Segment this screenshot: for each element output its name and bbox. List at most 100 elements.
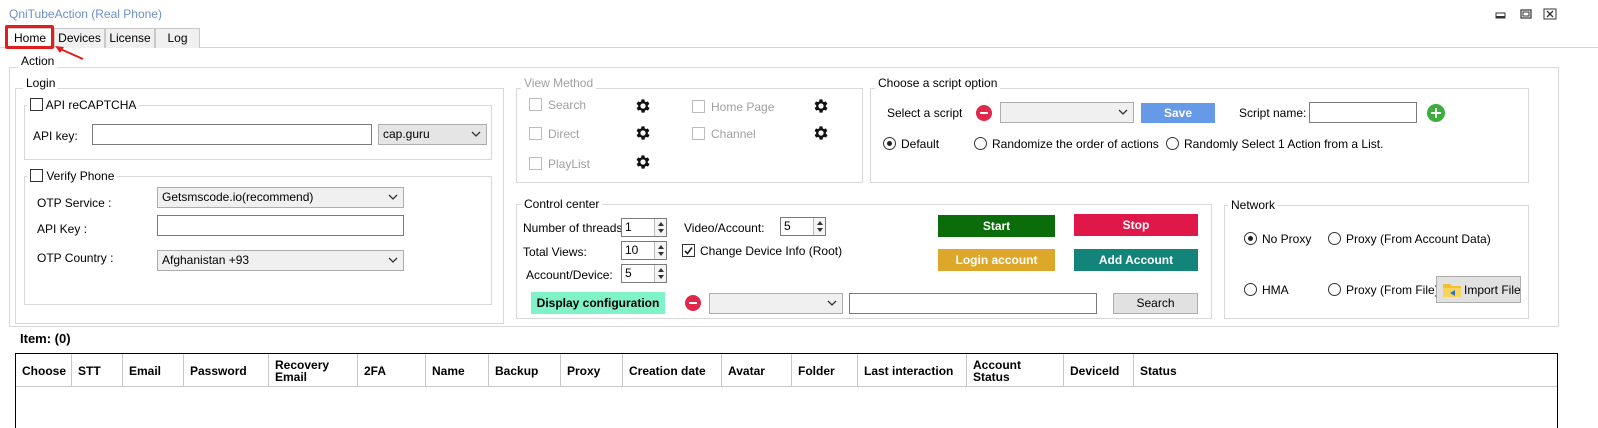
radio-randomize-label: Randomize the order of actions [992, 137, 1159, 151]
chevron-down-icon [827, 300, 837, 306]
recaptcha-header: API reCAPTCHA [27, 98, 140, 112]
col-email[interactable]: Email [123, 354, 184, 387]
col-status[interactable]: Status [1134, 354, 1559, 387]
threads-stepper[interactable]: 1 [621, 218, 667, 237]
verify-phone-checkbox[interactable] [30, 169, 43, 182]
recaptcha-checkbox[interactable] [30, 98, 43, 111]
select-script-label: Select a script [887, 106, 963, 120]
tab-log[interactable]: Log [155, 28, 200, 48]
channel-gear-icon[interactable] [812, 124, 830, 142]
verify-phone-label: Verify Phone [46, 169, 115, 183]
script-option-label: Choose a script option [875, 76, 1001, 90]
radio-hma[interactable] [1244, 283, 1257, 296]
view-home-page-label: Home Page [711, 100, 775, 114]
start-button[interactable]: Start [938, 215, 1055, 237]
chevron-down-icon [388, 194, 398, 200]
captcha-service-value: cap.guru [383, 127, 430, 141]
radio-randomize[interactable] [974, 137, 987, 150]
otp-api-key-input[interactable] [157, 215, 404, 236]
folder-icon [1443, 284, 1461, 297]
otp-country-select[interactable]: Afghanistan +93 [157, 250, 404, 271]
radio-proxy-account-label: Proxy (From Account Data) [1346, 232, 1491, 246]
script-select[interactable] [1000, 102, 1134, 123]
video-acct-stepper[interactable]: 5 [780, 217, 826, 236]
col-deviceid[interactable]: DeviceId [1064, 354, 1134, 387]
filter-select[interactable] [709, 293, 843, 314]
radio-proxy-account[interactable] [1328, 232, 1341, 245]
col-choose[interactable]: Choose [16, 354, 72, 387]
tab-license[interactable]: License [105, 28, 155, 48]
search-input[interactable] [849, 293, 1097, 314]
remove-filter-icon[interactable] [685, 295, 701, 311]
items-count: Item: (0) [20, 331, 71, 346]
search-checkbox[interactable] [529, 98, 542, 111]
col-avatar[interactable]: Avatar [722, 354, 792, 387]
search-button[interactable]: Search [1113, 293, 1198, 314]
radio-proxy-file[interactable] [1328, 283, 1341, 296]
views-stepper[interactable]: 10 [621, 241, 667, 260]
maximize-icon[interactable] [1519, 8, 1533, 20]
views-label: Total Views: [523, 245, 587, 259]
playlist-gear-icon[interactable] [634, 153, 652, 171]
col-stt[interactable]: STT [72, 354, 123, 387]
chevron-down-icon [388, 257, 398, 263]
col-recovery-email[interactable]: Recovery Email [269, 354, 358, 387]
stepper-arrows-icon[interactable] [654, 265, 666, 282]
col-account-status[interactable]: Account Status [967, 354, 1064, 387]
remove-script-icon[interactable] [976, 105, 992, 121]
radio-default-label: Default [901, 137, 940, 151]
acct-device-stepper[interactable]: 5 [621, 264, 667, 283]
change-device-checkbox[interactable] [682, 244, 695, 257]
playlist-checkbox[interactable] [529, 157, 542, 170]
col-proxy[interactable]: Proxy [561, 354, 623, 387]
import-file-button[interactable]: Import File [1436, 276, 1521, 303]
col-name[interactable]: Name [426, 354, 489, 387]
action-group-label: Action [18, 54, 58, 68]
stepper-arrows-icon[interactable] [654, 219, 666, 236]
otp-service-select[interactable]: Getsmscode.io(recommend) [157, 187, 404, 208]
highlight-box [5, 25, 54, 49]
login-account-button[interactable]: Login account [938, 249, 1055, 271]
api-key-input[interactable] [92, 124, 372, 145]
accounts-table[interactable]: Choose STT Email Password Recovery Email… [15, 353, 1558, 428]
recaptcha-label: API reCAPTCHA [45, 98, 137, 112]
col-2fa[interactable]: 2FA [358, 354, 426, 387]
stepper-arrows-icon[interactable] [654, 242, 666, 259]
col-creation-date[interactable]: Creation date [623, 354, 722, 387]
radio-random-one-label: Randomly Select 1 Action from a List. [1184, 137, 1384, 151]
add-account-button[interactable]: Add Account [1074, 249, 1198, 271]
stepper-arrows-icon[interactable] [813, 218, 825, 235]
script-name-input[interactable] [1309, 102, 1417, 123]
channel-checkbox[interactable] [692, 127, 705, 140]
chevron-down-icon [1118, 109, 1128, 115]
login-group-label: Login [23, 76, 59, 90]
direct-checkbox[interactable] [529, 127, 542, 140]
col-backup[interactable]: Backup [489, 354, 561, 387]
home-page-checkbox[interactable] [692, 100, 705, 113]
radio-random-one[interactable] [1166, 137, 1179, 150]
threads-label: Number of threads: [523, 221, 626, 235]
display-configuration-button[interactable]: Display configuration [531, 292, 665, 314]
radio-no-proxy[interactable] [1244, 232, 1257, 245]
change-device-label: Change Device Info (Root) [700, 244, 843, 258]
home-page-gear-icon[interactable] [812, 97, 830, 115]
table-header: Choose STT Email Password Recovery Email… [16, 354, 1557, 387]
otp-service-value: Getsmscode.io(recommend) [162, 190, 314, 204]
view-playlist-label: PlayList [548, 157, 591, 171]
col-password[interactable]: Password [184, 354, 269, 387]
save-button[interactable]: Save [1141, 103, 1215, 123]
captcha-service-select[interactable]: cap.guru [378, 124, 487, 145]
col-folder[interactable]: Folder [792, 354, 858, 387]
threads-value: 1 [625, 220, 632, 234]
add-script-icon[interactable] [1427, 104, 1445, 122]
minimize-icon[interactable] [1494, 8, 1508, 20]
close-icon[interactable] [1543, 8, 1557, 20]
col-last-interaction[interactable]: Last interaction [858, 354, 967, 387]
stop-button[interactable]: Stop [1074, 214, 1198, 236]
network-label: Network [1228, 198, 1279, 212]
direct-gear-icon[interactable] [634, 124, 652, 142]
video-acct-label: Video/Account: [684, 221, 765, 235]
search-gear-icon[interactable] [634, 97, 652, 115]
view-channel-label: Channel [711, 127, 756, 141]
radio-default[interactable] [883, 137, 896, 150]
